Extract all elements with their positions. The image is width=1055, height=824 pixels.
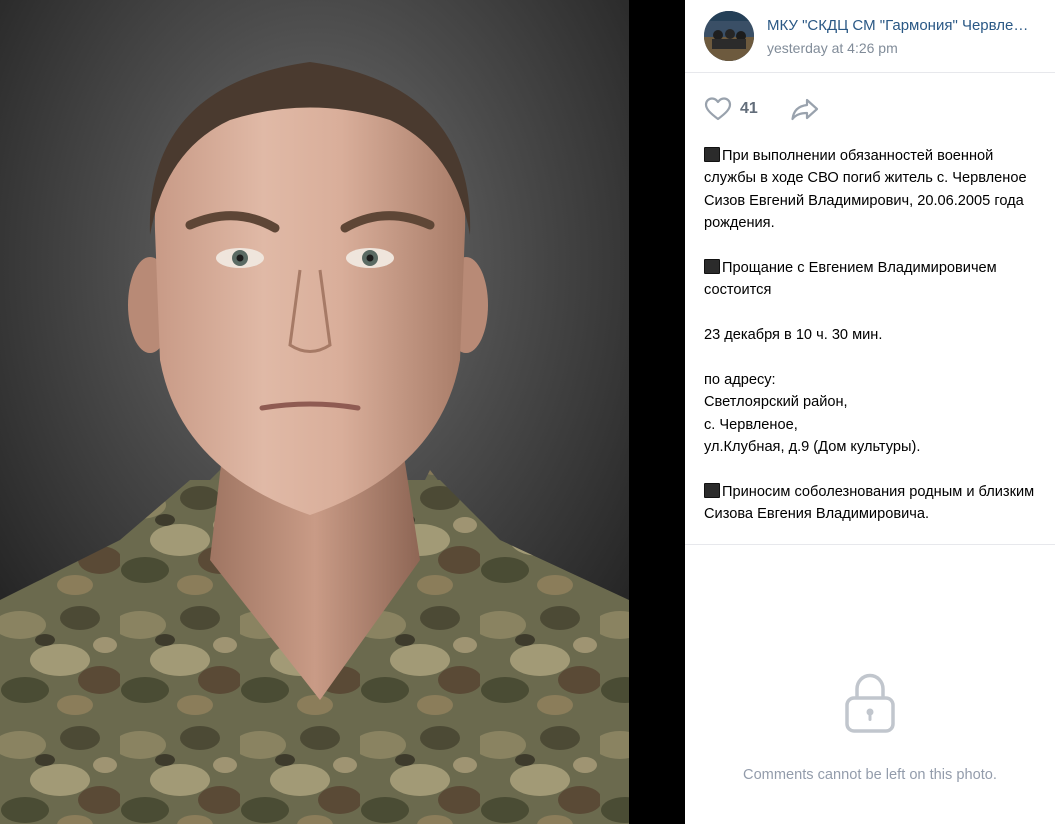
share-button[interactable] xyxy=(790,97,820,121)
black-square-icon xyxy=(704,483,720,499)
author-avatar[interactable] xyxy=(704,11,754,61)
post-paragraph: Приносим соболезнования родным и близким… xyxy=(704,481,1036,526)
heart-icon xyxy=(704,97,732,121)
photo-area[interactable] xyxy=(0,0,685,824)
author-name-link[interactable]: МКУ "СКДЦ СМ "Гармония" Червле… xyxy=(767,16,1049,35)
black-square-icon xyxy=(704,259,720,275)
post-paragraph: Прощание с Евгением Владимировичем состо… xyxy=(704,257,1036,302)
like-count: 41 xyxy=(740,100,758,117)
post-paragraph: 23 декабря в 10 ч. 30 мин. xyxy=(704,327,883,344)
post-side-panel: МКУ "СКДЦ СМ "Гармония" Червле… yesterda… xyxy=(685,0,1055,824)
portrait-photo xyxy=(0,0,629,824)
post-paragraph: с. Червленое, xyxy=(704,416,798,433)
post-paragraph-text: Прощание с Евгением Владимировичем состо… xyxy=(704,260,997,299)
post-paragraph-text: При выполнении обязанностей военной служ… xyxy=(704,148,1027,232)
post-actions: 41 xyxy=(685,73,1055,145)
post-paragraph: Светлоярский район, xyxy=(704,394,848,411)
post-paragraph-text: Приносим соболезнования родным и близким… xyxy=(704,484,1035,523)
post-timestamp[interactable]: yesterday at 4:26 pm xyxy=(767,39,1049,57)
post-paragraph: При выполнении обязанностей военной служ… xyxy=(704,145,1036,235)
like-button[interactable]: 41 xyxy=(704,97,758,121)
post-paragraph: ул.Клубная, д.9 (Дом культуры). xyxy=(704,439,921,456)
comments-disabled-text: Comments cannot be left on this photo. xyxy=(743,767,997,783)
comments-locked: Comments cannot be left on this photo. xyxy=(685,672,1055,783)
black-square-icon xyxy=(704,147,720,162)
post-author: МКУ "СКДЦ СМ "Гармония" Червле… yesterda… xyxy=(685,0,1055,73)
photo-viewer: МКУ "СКДЦ СМ "Гармония" Червле… yesterda… xyxy=(0,0,1055,824)
avatar-image xyxy=(704,11,754,61)
post-text: При выполнении обязанностей военной служ… xyxy=(685,145,1055,526)
lock-icon xyxy=(845,673,895,733)
post-paragraph: по адресу: xyxy=(704,372,776,389)
divider xyxy=(685,544,1055,545)
share-arrow-icon xyxy=(791,98,818,121)
